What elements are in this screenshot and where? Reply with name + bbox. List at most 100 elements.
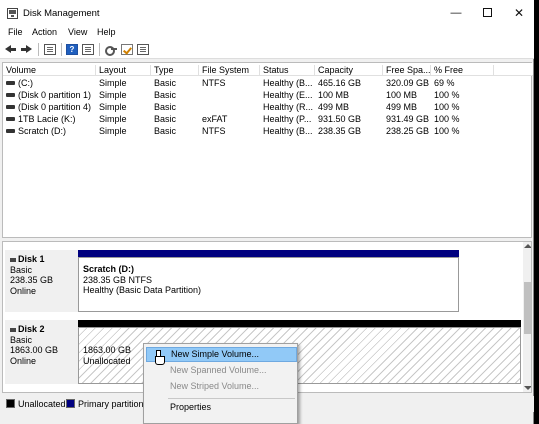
new-simple-volume-menu-item[interactable]: New Simple Volume... (146, 347, 297, 362)
cell-percent-free: 100 % (434, 114, 460, 124)
legend-primary-swatch (66, 399, 75, 408)
disk-name: Disk 2 (18, 324, 45, 334)
cell-capacity: 100 MB (318, 90, 350, 100)
cell-volume: Scratch (D:) (18, 126, 67, 136)
menu-view[interactable]: View (68, 27, 87, 37)
maximize-button[interactable] (478, 5, 496, 21)
table-row[interactable]: Scratch (D:) Simple Basic NTFS Healthy (… (3, 125, 533, 137)
cell-volume: (C:) (18, 78, 33, 88)
disk-size: 238.35 GB (10, 275, 54, 285)
settings-list-icon[interactable] (137, 44, 149, 55)
cell-percent-free: 100 % (434, 126, 460, 136)
cell-capacity: 931.50 GB (318, 114, 362, 124)
scroll-down-icon[interactable] (524, 386, 531, 390)
disk-management-app-icon (7, 8, 18, 19)
table-row[interactable]: (Disk 0 partition 1) Simple Basic Health… (3, 89, 533, 101)
partition-status: Healthy (Basic Data Partition) (83, 285, 202, 295)
cell-file-system: NTFS (202, 78, 226, 88)
maximize-icon (482, 7, 492, 17)
partition-name: Scratch (D:) (83, 264, 135, 274)
disk-type: Basic (10, 264, 33, 275)
column-header-volume[interactable]: Volume (3, 65, 96, 76)
console-tree-icon[interactable] (44, 44, 56, 55)
rescan-key-icon[interactable] (105, 44, 117, 56)
disk-1-label[interactable]: Disk 1 Basic 238.35 GB Online (5, 250, 78, 312)
disk-management-window: Disk Management — ✕ File Action View Hel… (0, 0, 534, 424)
cell-type: Basic (154, 102, 177, 112)
close-button[interactable]: ✕ (510, 5, 528, 21)
column-header-status[interactable]: Status (260, 65, 315, 76)
volume-list: Volume Layout Type File System Status Ca… (2, 62, 533, 238)
cell-status: Healthy (R... (263, 102, 314, 112)
table-row[interactable]: (Disk 0 partition 4) Simple Basic Health… (3, 101, 533, 113)
disk-size: 1863.00 GB (10, 345, 59, 355)
disk-2-label[interactable]: Disk 2 Basic 1863.00 GB Online (5, 320, 78, 384)
cell-percent-free: 100 % (434, 102, 460, 112)
cell-type: Basic (154, 126, 177, 136)
column-header-free-space[interactable]: Free Spa... (383, 65, 431, 76)
cell-percent-free: 100 % (434, 90, 460, 100)
cell-free-space: 320.09 GB (386, 78, 430, 88)
legend-unallocated-swatch (6, 399, 15, 408)
check-disks-icon[interactable] (121, 44, 133, 55)
table-row[interactable]: (C:) Simple Basic NTFS Healthy (B... 465… (3, 77, 533, 89)
disk-type: Basic (10, 334, 33, 345)
scrollbar-thumb[interactable] (524, 282, 531, 334)
toolbar-separator (61, 43, 62, 56)
cell-status: Healthy (P... (263, 114, 312, 124)
cell-layout: Simple (99, 114, 127, 124)
partition-scratch-d[interactable]: Scratch (D:) 238.35 GB NTFS Healthy (Bas… (78, 250, 459, 312)
cell-layout: Simple (99, 102, 127, 112)
disk-state: Online (10, 355, 37, 366)
cell-status: Healthy (B... (263, 78, 313, 88)
properties-icon[interactable] (82, 44, 94, 55)
title-bar[interactable]: Disk Management — ✕ (0, 0, 534, 26)
cell-capacity: 238.35 GB (318, 126, 362, 136)
context-menu: New Simple Volume... New Spanned Volume.… (143, 343, 298, 424)
cell-type: Basic (154, 78, 177, 88)
cell-volume: (Disk 0 partition 4) (18, 102, 92, 112)
column-header-file-system[interactable]: File System (199, 65, 260, 76)
table-row[interactable]: 1TB Lacie (K:) Simple Basic exFAT Health… (3, 113, 533, 125)
back-arrow-icon[interactable] (5, 44, 17, 55)
toolbar-separator (38, 43, 39, 56)
disk-view-scrollbar[interactable] (523, 242, 531, 392)
column-header-layout[interactable]: Layout (96, 65, 151, 76)
new-striped-volume-menu-item[interactable]: New Striped Volume... (146, 379, 297, 394)
window-title: Disk Management (23, 8, 100, 19)
minimize-button[interactable]: — (447, 5, 465, 21)
toolbar-separator (99, 43, 100, 56)
cell-free-space: 499 MB (386, 102, 418, 112)
cell-free-space: 238.25 GB (386, 126, 430, 136)
menu-bar: File Action View Help (0, 26, 534, 40)
cell-volume: (Disk 0 partition 1) (18, 90, 92, 100)
disk-icon (10, 327, 16, 332)
cell-file-system: exFAT (202, 114, 228, 124)
forward-arrow-icon[interactable] (21, 44, 33, 55)
cell-type: Basic (154, 90, 177, 100)
column-header-percent-free[interactable]: % Free (431, 65, 494, 76)
screen-edge (535, 0, 539, 424)
volume-list-header: Volume Layout Type File System Status Ca… (3, 63, 533, 76)
cell-status: Healthy (B... (263, 126, 313, 136)
legend-primary-label: Primary partition (78, 399, 144, 409)
toolbar: ? (0, 40, 534, 59)
column-header-capacity[interactable]: Capacity (315, 65, 383, 76)
help-icon[interactable]: ? (66, 44, 78, 55)
new-spanned-volume-menu-item[interactable]: New Spanned Volume... (146, 363, 297, 378)
scroll-up-icon[interactable] (524, 244, 531, 248)
unallocated-header (78, 320, 521, 327)
menu-action[interactable]: Action (32, 27, 57, 37)
menu-help[interactable]: Help (97, 27, 116, 37)
cell-volume: 1TB Lacie (K:) (18, 114, 76, 124)
menu-file[interactable]: File (8, 27, 23, 37)
cell-status: Healthy (E... (263, 90, 313, 100)
properties-menu-item[interactable]: Properties (146, 400, 297, 415)
disk-name: Disk 1 (18, 254, 45, 264)
disk-icon (10, 257, 16, 262)
cell-file-system: NTFS (202, 126, 226, 136)
cell-free-space: 100 MB (386, 90, 418, 100)
column-header-type[interactable]: Type (151, 65, 199, 76)
cell-layout: Simple (99, 78, 127, 88)
cell-capacity: 499 MB (318, 102, 350, 112)
